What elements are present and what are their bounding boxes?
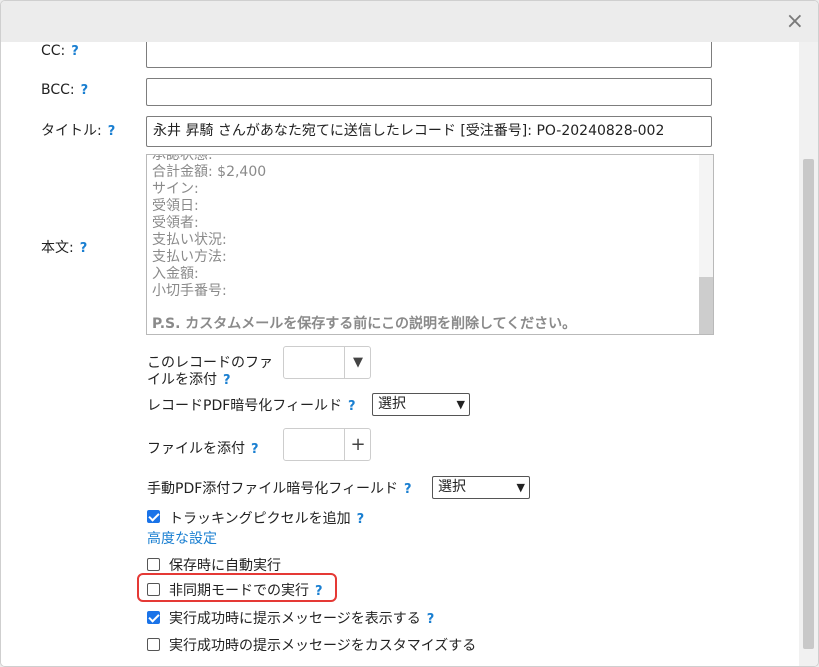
cc-help-icon[interactable]: ? [71,44,79,59]
async-mode-highlight [137,573,337,602]
bcc-input[interactable] [146,78,712,106]
body-text: 承認状態: 合計金額: $2,400 サイン: 受領日: 受領者: 支払い状況:… [152,154,692,333]
pdf-encrypt-select[interactable]: 選択 ▼ [372,393,470,416]
body-line: 支払い方法: [152,249,227,265]
dialog-scrollbar[interactable] [799,42,818,666]
show-message-label-text: 実行成功時に提示メッセージを表示する [169,611,421,627]
auto-run-label: 保存時に自動実行 [169,558,281,574]
body-line: 受領者: [152,215,199,231]
show-message-help-icon[interactable]: ? [427,612,435,627]
auto-run-checkbox[interactable] [147,558,160,571]
cc-input[interactable] [146,42,712,68]
chevron-down-icon: ▼ [516,481,525,494]
pdf-encrypt-label-text: レコードPDF暗号化フィールド [147,398,342,414]
manual-pdf-encrypt-select-value: 選択 [438,479,466,495]
attach-record-dropdown[interactable]: ▼ [283,346,371,379]
tracking-pixel-help-icon[interactable]: ? [357,512,365,527]
dialog-content: CC:? BCC:? タイトル:? 永井 昇騎 さんがあなた宛てに送信したレコー… [1,42,799,666]
body-ps-note: P.S. カスタムメールを保存する前にこの説明を削除してください。 [152,316,577,332]
title-help-icon[interactable]: ? [108,124,116,139]
body-line: 合計金額: $2,400 [152,164,267,180]
tracking-pixel-label: トラッキングピクセルを追加? [169,508,364,528]
title-label-text: タイトル: [41,123,102,139]
body-line: 支払い状況: [152,232,227,248]
attach-record-help-icon[interactable]: ? [223,373,231,388]
email-settings-dialog: × CC:? BCC:? タイトル:? 永井 昇騎 さんがあなた宛てに送信したレ… [0,0,819,667]
tracking-pixel-label-text: トラッキングピクセルを追加 [169,511,351,527]
manual-pdf-encrypt-help-icon[interactable]: ? [404,482,412,497]
manual-pdf-encrypt-label-text: 手動PDF添付ファイル暗号化フィールド [147,481,398,497]
attach-file-label-text: ファイルを添付 [147,441,245,457]
dialog-titlebar: × [1,1,818,42]
body-scrollbar[interactable] [699,155,713,334]
plus-icon[interactable]: + [345,429,371,460]
body-label-text: 本文: [41,240,74,256]
cc-label-text: CC: [41,43,66,59]
body-label: 本文:? [41,237,87,257]
chevron-down-icon: ▼ [456,398,465,411]
body-line: 承認状態: [152,154,213,163]
body-scroll-thumb[interactable] [699,277,713,334]
body-line: 入金額: [152,266,199,282]
pdf-encrypt-help-icon[interactable]: ? [348,399,356,414]
close-icon[interactable]: × [786,11,804,33]
body-line: サイン: [152,181,199,197]
custom-message-label: 実行成功時の提示メッセージをカスタマイズする [169,638,477,654]
attach-file-picker[interactable]: + [283,428,371,461]
attach-file-help-icon[interactable]: ? [251,442,259,457]
show-message-checkbox[interactable] [147,611,160,624]
manual-pdf-encrypt-select[interactable]: 選択 ▼ [432,476,530,499]
body-textarea[interactable]: 承認状態: 合計金額: $2,400 サイン: 受領日: 受領者: 支払い状況:… [146,154,714,335]
tracking-pixel-checkbox[interactable] [147,510,160,523]
bcc-label: BCC:? [41,82,88,98]
attach-record-label-line1: このレコードのファ [147,355,273,371]
attach-file-label: ファイルを添付? [147,438,259,458]
dialog-scroll-thumb[interactable] [803,159,814,649]
pdf-encrypt-label: レコードPDF暗号化フィールド? [147,395,356,415]
attach-record-label-line2: イルを添付 [147,372,217,388]
attach-record-label: このレコードのファ イルを添付? [147,355,273,389]
custom-message-checkbox[interactable] [147,638,160,651]
manual-pdf-encrypt-label: 手動PDF添付ファイル暗号化フィールド? [147,478,412,498]
title-label: タイトル:? [41,120,115,140]
show-message-label: 実行成功時に提示メッセージを表示する? [169,608,434,628]
bcc-label-text: BCC: [41,82,75,98]
chevron-down-icon[interactable]: ▼ [345,347,371,378]
pdf-encrypt-select-value: 選択 [378,396,406,412]
cc-label: CC:? [41,43,79,59]
body-line: 小切手番号: [152,283,227,299]
title-input[interactable]: 永井 昇騎 さんがあなた宛てに送信したレコード [受注番号]: PO-20240… [146,116,712,147]
body-help-icon[interactable]: ? [80,241,88,256]
body-line: 受領日: [152,198,199,214]
bcc-help-icon[interactable]: ? [81,83,89,98]
advanced-settings-link[interactable]: 高度な設定 [147,528,217,548]
